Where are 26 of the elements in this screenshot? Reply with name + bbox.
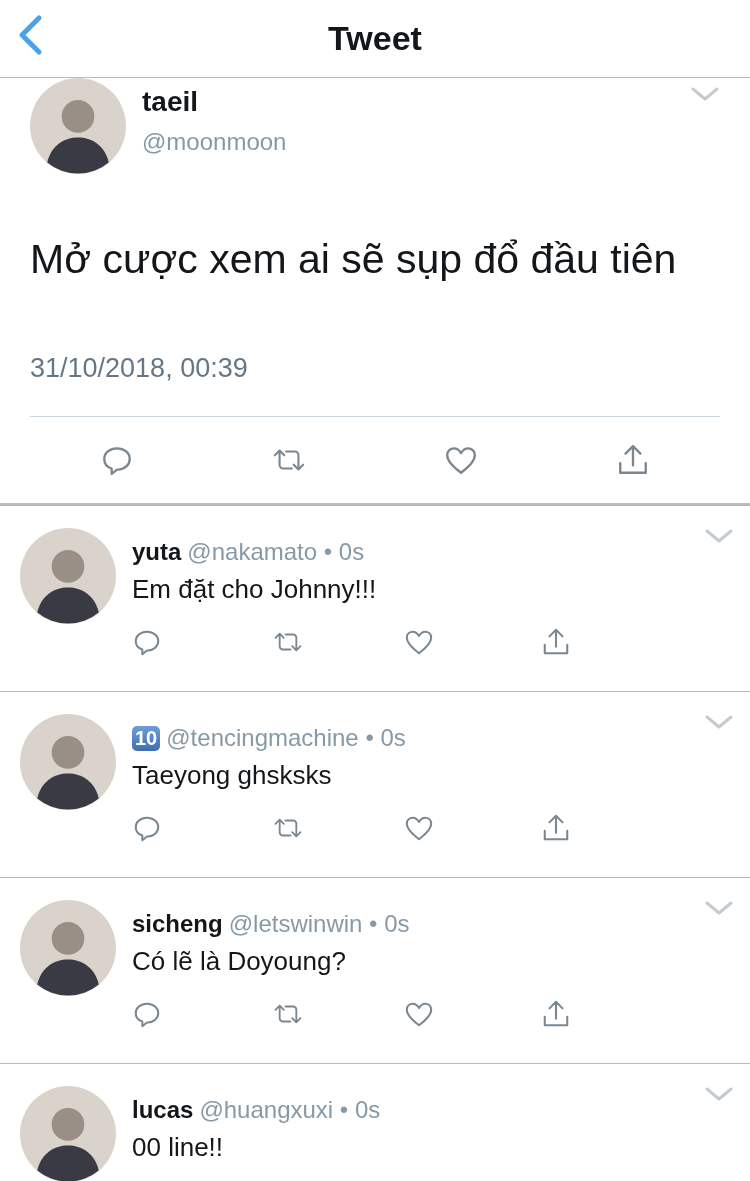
display-name[interactable]: yuta bbox=[132, 538, 182, 566]
reply-text: 00 line!! bbox=[132, 1132, 225, 1163]
display-name[interactable]: sicheng bbox=[132, 910, 223, 938]
reply-meta[interactable]: @huangxuxi • 0s bbox=[199, 1096, 381, 1124]
reply-text: Có lẽ là Doyoung? bbox=[132, 946, 347, 977]
avatar[interactable] bbox=[20, 1086, 116, 1181]
avatar[interactable] bbox=[20, 528, 116, 624]
avatar[interactable] bbox=[20, 714, 116, 810]
reply-text: Em đặt cho Johnny!!! bbox=[132, 574, 378, 605]
reply-meta[interactable]: @nakamato • 0s bbox=[187, 538, 365, 566]
avatar[interactable] bbox=[30, 78, 126, 174]
user-handle[interactable]: @moonmoon bbox=[142, 128, 287, 156]
reply-text: Taeyong ghsksks bbox=[132, 760, 333, 791]
avatar[interactable] bbox=[20, 900, 116, 996]
share-icon[interactable] bbox=[541, 999, 571, 1029]
page-title: Tweet bbox=[328, 19, 422, 58]
timestamp: 31/10/2018, 00:39 bbox=[30, 353, 248, 384]
share-icon[interactable] bbox=[541, 813, 571, 843]
display-name[interactable]: lucas bbox=[132, 1096, 194, 1124]
share-icon[interactable] bbox=[616, 443, 650, 477]
reply-meta[interactable]: @tencingmachine • 0s bbox=[166, 724, 406, 752]
share-icon[interactable] bbox=[541, 627, 571, 657]
keycap-emoji[interactable]: 10 bbox=[132, 725, 161, 751]
tweet-text: Mở cược xem ai sẽ sụp đổ đầu tiên bbox=[30, 236, 678, 283]
reply-meta[interactable]: @letswinwin • 0s bbox=[228, 910, 410, 938]
display-name[interactable]: taeil bbox=[142, 86, 287, 118]
